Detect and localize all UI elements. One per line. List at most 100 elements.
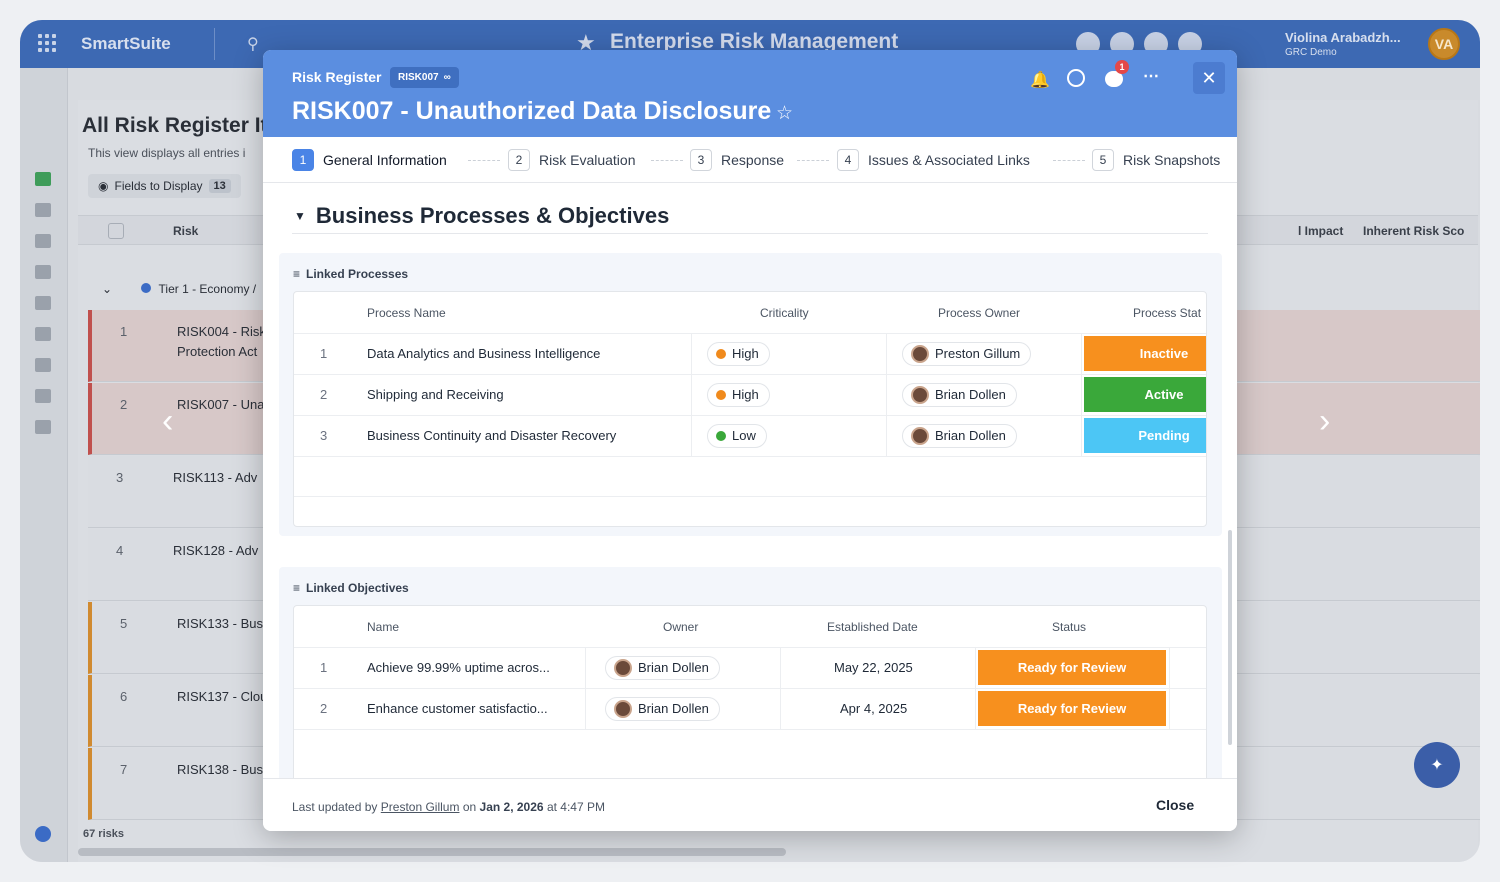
step-connector [1053,160,1085,161]
owner-tag[interactable]: Brian Dollen [605,697,720,721]
horizontal-scrollbar[interactable] [78,848,786,856]
tab-response[interactable]: 3 Response [690,149,784,171]
empty-row [294,456,1206,497]
close-button[interactable]: Close [1156,797,1194,813]
chart-icon[interactable] [35,327,51,341]
owner-tag[interactable]: Brian Dollen [605,656,720,680]
table-row[interactable]: 3 Business Continuity and Disaster Recov… [294,415,1206,456]
chart-icon[interactable] [35,265,51,279]
next-record-arrow-icon[interactable]: › [1319,402,1330,441]
brand-logo[interactable]: SmartSuite [81,34,171,54]
tab-risk-evaluation[interactable]: 2 Risk Evaluation [508,149,636,171]
updated-by-link[interactable]: Preston Gillum [381,800,460,814]
breadcrumb[interactable]: Risk Register [292,69,381,85]
process-name[interactable]: Business Continuity and Disaster Recover… [367,416,616,456]
col-process-name[interactable]: Process Name [367,292,446,334]
process-name[interactable]: Data Analytics and Business Intelligence [367,334,600,374]
linked-objectives-title: ≡ Linked Objectives [293,581,409,595]
status-badge[interactable]: Inactive [1084,336,1206,371]
add-icon[interactable] [35,826,51,842]
col-risk[interactable]: Risk [173,224,198,238]
row-number: 1 [320,346,328,361]
col-name[interactable]: Name [367,606,399,648]
view-icon[interactable] [35,358,51,372]
col-status[interactable]: Status [1052,606,1086,648]
favorite-star-icon[interactable]: ☆ [776,102,793,125]
empty-row [294,729,1206,770]
bell-icon[interactable]: 🔔 [1030,70,1050,90]
col-score[interactable]: Inherent Risk Sco [1363,224,1464,238]
divider [292,233,1208,234]
search-icon[interactable]: ⚲ [247,34,259,54]
status-badge[interactable]: Ready for Review [978,691,1166,726]
user-menu[interactable]: Violina Arabadzh... GRC Demo [1285,30,1401,58]
vertical-scrollbar[interactable] [1228,530,1232,745]
objective-name[interactable]: Enhance customer satisfactio... [367,689,548,729]
col-owner[interactable]: Owner [663,606,698,648]
process-name[interactable]: Shipping and Receiving [367,375,504,415]
avatar [911,345,929,363]
row-number: 6 [120,689,128,704]
row-number: 3 [116,470,124,485]
row-number: 7 [120,762,128,777]
chart-icon[interactable] [35,389,51,403]
col-criticality[interactable]: Criticality [760,292,809,334]
fields-count: 13 [208,179,231,193]
chevron-down-icon[interactable]: ⌄ [102,282,112,296]
col-process-owner[interactable]: Process Owner [938,292,1020,334]
ai-assistant-button[interactable]: ✦ [1414,742,1460,788]
tab-issues-associated-links[interactable]: 4 Issues & Associated Links [837,149,1030,171]
objective-name[interactable]: Achieve 99.99% uptime acros... [367,648,550,688]
chart-icon[interactable] [35,296,51,310]
record-title: RISK007 - Unauthorized Data Disclosure [292,97,772,125]
row-title: RISK113 - Adv [173,470,258,485]
row-number: 3 [320,428,328,443]
owner-tag[interactable]: Brian Dollen [902,424,1017,448]
prev-record-arrow-icon[interactable]: ‹ [162,402,173,441]
view-icon[interactable] [35,203,51,217]
grid-view-icon[interactable] [35,172,51,186]
tab-risk-snapshots[interactable]: 5 Risk Snapshots [1092,149,1220,171]
criticality-tag: Low [707,424,767,448]
table-row[interactable]: 1 Data Analytics and Business Intelligen… [294,333,1206,374]
table-row[interactable]: 2 Shipping and Receiving High Brian Doll… [294,374,1206,415]
owner-tag[interactable]: Preston Gillum [902,342,1032,366]
user-workspace: GRC Demo [1285,47,1337,58]
fields-label: Fields to Display [114,179,203,193]
group-tier[interactable]: ⌄ Tier 1 - Economy / [102,282,256,296]
view-icon[interactable] [35,234,51,248]
status-badge[interactable]: Active [1084,377,1206,412]
close-icon[interactable]: ✕ [1193,62,1225,94]
table-row[interactable]: 2 Enhance customer satisfactio... Brian … [294,688,1206,729]
apps-grid-icon[interactable] [38,34,58,54]
select-all-checkbox[interactable] [108,223,124,239]
left-rail [20,68,68,862]
history-icon[interactable] [1067,69,1085,87]
col-established-date[interactable]: Established Date [827,606,918,648]
col-process-status[interactable]: Process Stat [1133,292,1201,334]
view-title: All Risk Register It [82,114,268,137]
section-header[interactable]: ▼ Business Processes & Objectives [294,203,669,229]
step-tabs: 1 General Information 2 Risk Evaluation 3R… [263,137,1237,183]
modal-footer: Last updated by Preston Gillum on Jan 2,… [263,778,1237,831]
owner-tag[interactable]: Brian Dollen [902,383,1017,407]
avatar[interactable]: VA [1428,28,1460,60]
step-connector [468,160,500,161]
tab-general-information[interactable]: 1 General Information [292,149,447,171]
last-updated: Last updated by Preston Gillum on Jan 2,… [292,800,605,814]
row-title: RISK138 - Bus [177,762,263,777]
fields-to-display-button[interactable]: ◉ Fields to Display 13 [88,174,241,198]
divider [214,28,215,60]
view-icon[interactable] [35,420,51,434]
row-title: RISK128 - Adv [173,543,259,558]
caret-down-icon[interactable]: ▼ [294,209,306,223]
status-badge[interactable]: Ready for Review [978,650,1166,685]
row-number: 5 [120,616,128,631]
table-row[interactable]: 1 Achieve 99.99% uptime acros... Brian D… [294,647,1206,688]
status-badge[interactable]: Pending [1084,418,1206,453]
more-icon[interactable]: ⋯ [1143,66,1159,86]
record-id: RISK007 [398,72,439,83]
record-id-chip[interactable]: RISK007 ∞ [390,67,459,88]
criticality-tag: High [707,383,770,407]
col-impact[interactable]: l Impact [1298,224,1343,238]
